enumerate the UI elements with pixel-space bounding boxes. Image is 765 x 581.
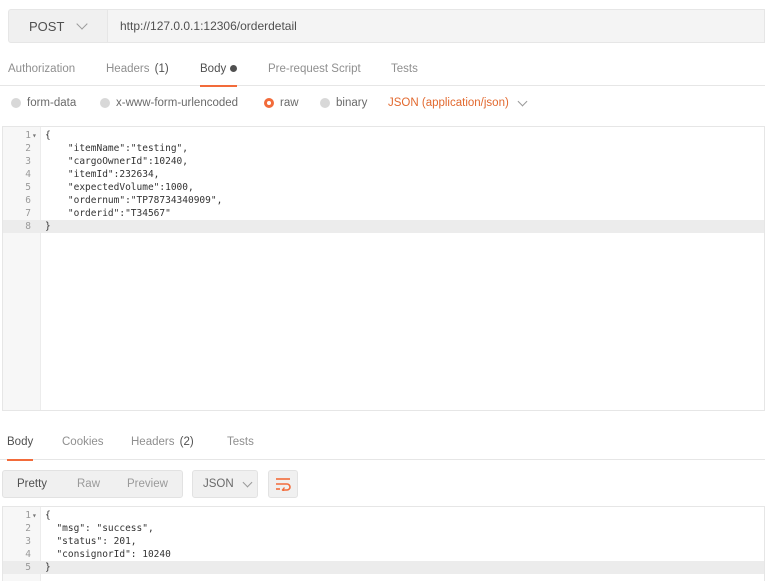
tab-body[interactable]: Body (200, 52, 238, 87)
method-select[interactable]: POST (8, 9, 108, 43)
code-line: 4 "itemId":232634, (3, 168, 764, 181)
wrap-lines-icon (276, 478, 291, 491)
radio-urlencoded[interactable]: x-www-form-urlencoded (100, 97, 238, 109)
radio-raw[interactable]: raw (264, 97, 299, 109)
code-text: "ordernum":"TP78734340909", (45, 195, 223, 206)
line-number: 8 (25, 221, 31, 232)
radio-label: form-data (27, 97, 77, 109)
line-number: 6 (25, 195, 31, 206)
chevron-down-icon (242, 477, 253, 487)
request-url-bar: POST http://127.0.0.1:12306/orderdetail (0, 0, 765, 52)
headers-count: (2) (179, 435, 194, 448)
modified-dot-icon (230, 65, 238, 72)
code-line: 3 "cargoOwnerId":10240, (3, 155, 764, 168)
code-text: } (45, 221, 51, 232)
response-view-toggle: Pretty Raw Preview (2, 470, 183, 498)
tab-label: Cookies (62, 435, 104, 448)
response-tab-tests[interactable]: Tests (227, 424, 254, 460)
code-line: 1 ▾ { (3, 129, 764, 142)
radio-icon (11, 98, 21, 108)
code-line: 6 "ordernum":"TP78734340909", (3, 194, 764, 207)
line-number: 4 (25, 169, 31, 180)
radio-selected-icon (264, 98, 274, 108)
tab-headers[interactable]: Headers (1) (106, 52, 169, 86)
url-text: http://127.0.0.1:12306/orderdetail (120, 19, 297, 33)
code-text: { (45, 510, 51, 521)
radio-icon (320, 98, 330, 108)
radio-binary[interactable]: binary (320, 97, 367, 109)
tab-label: Body (7, 435, 34, 448)
tab-tests[interactable]: Tests (391, 52, 418, 86)
request-tabs: Authorization Headers (1) Body Pre-reque… (0, 52, 765, 87)
tab-label: Authorization (8, 62, 76, 75)
response-body-viewer[interactable]: 1 ▾{2 "msg": "success", 3 "status": 201, 4 … (2, 506, 765, 581)
line-number: 3 (25, 536, 31, 547)
code-text: "itemName":"testing", (45, 143, 188, 154)
wrap-lines-button[interactable] (268, 470, 298, 498)
code-text: { (45, 130, 51, 141)
code-text: "itemId":232634, (45, 169, 160, 180)
tab-label: Tests (391, 62, 418, 75)
response-format-select[interactable]: JSON (192, 470, 258, 498)
radio-form-data[interactable]: form-data (11, 97, 76, 109)
code-line: 3 "status": 201, (3, 535, 764, 548)
response-tab-cookies[interactable]: Cookies (62, 424, 104, 460)
code-text: "expectedVolume":1000, (45, 182, 194, 193)
code-line: 5 "expectedVolume":1000, (3, 181, 764, 194)
tab-label: Headers (106, 62, 150, 75)
line-number: 2 (25, 143, 31, 154)
code-text: "consignorId": 10240 (45, 549, 171, 560)
request-body-editor[interactable]: 1 ▾{2 "itemName":"testing", 3 "cargoOwnerI… (2, 126, 765, 411)
tab-label: Body (200, 62, 227, 75)
line-number: 2 (25, 523, 31, 534)
line-number: 4 (25, 549, 31, 560)
response-tabs: Body Cookies Headers (2) Tests (0, 424, 765, 461)
code-text: "cargoOwnerId":10240, (45, 156, 188, 167)
chevron-down-icon (76, 17, 89, 30)
code-text: "orderid":"T34567" (45, 208, 171, 219)
radio-icon (100, 98, 110, 108)
code-text: "msg": "success", (45, 523, 154, 534)
url-input[interactable]: http://127.0.0.1:12306/orderdetail (108, 9, 765, 43)
line-number: 1 (25, 510, 31, 521)
line-number: 7 (25, 208, 31, 219)
body-type-options: form-data x-www-form-urlencoded raw bina… (0, 88, 765, 118)
fold-toggle-icon[interactable]: ▾ (32, 129, 37, 142)
line-number: 5 (25, 182, 31, 193)
response-tab-headers[interactable]: Headers (2) (131, 424, 194, 460)
content-type-label: JSON (application/json) (388, 97, 509, 109)
preview-button[interactable]: Preview (127, 478, 168, 490)
tab-authorization[interactable]: Authorization (8, 52, 75, 86)
tab-label: Headers (131, 435, 175, 448)
headers-count: (1) (154, 62, 169, 75)
code-line: 2 "msg": "success", (3, 522, 764, 535)
radio-label: x-www-form-urlencoded (116, 97, 239, 109)
code-text: "status": 201, (45, 536, 137, 547)
code-line: 5} (3, 561, 764, 574)
code-line: 1 ▾ { (3, 509, 764, 522)
code-line: 7 "orderid":"T34567" (3, 207, 764, 220)
line-number: 3 (25, 156, 31, 167)
code-line: 2 "itemName":"testing", (3, 142, 764, 155)
response-tab-body[interactable]: Body (7, 424, 34, 461)
tab-pre-request-script[interactable]: Pre-request Script (268, 52, 361, 86)
radio-label: raw (280, 97, 299, 109)
code-text: } (45, 562, 51, 573)
method-label: POST (29, 18, 65, 34)
raw-button[interactable]: Raw (77, 478, 100, 490)
radio-label: binary (336, 97, 368, 109)
content-type-select[interactable]: JSON (application/json) (388, 96, 528, 109)
line-number: 5 (25, 562, 31, 573)
line-number: 1 (25, 130, 31, 141)
code-line: 4 "consignorId": 10240 (3, 548, 764, 561)
chevron-down-icon (517, 96, 528, 106)
format-label: JSON (203, 478, 234, 490)
code-line: 8} (3, 220, 764, 233)
tab-label: Pre-request Script (268, 62, 361, 75)
pretty-button[interactable]: Pretty (17, 478, 47, 490)
fold-toggle-icon[interactable]: ▾ (32, 509, 37, 522)
tab-label: Tests (227, 435, 254, 448)
